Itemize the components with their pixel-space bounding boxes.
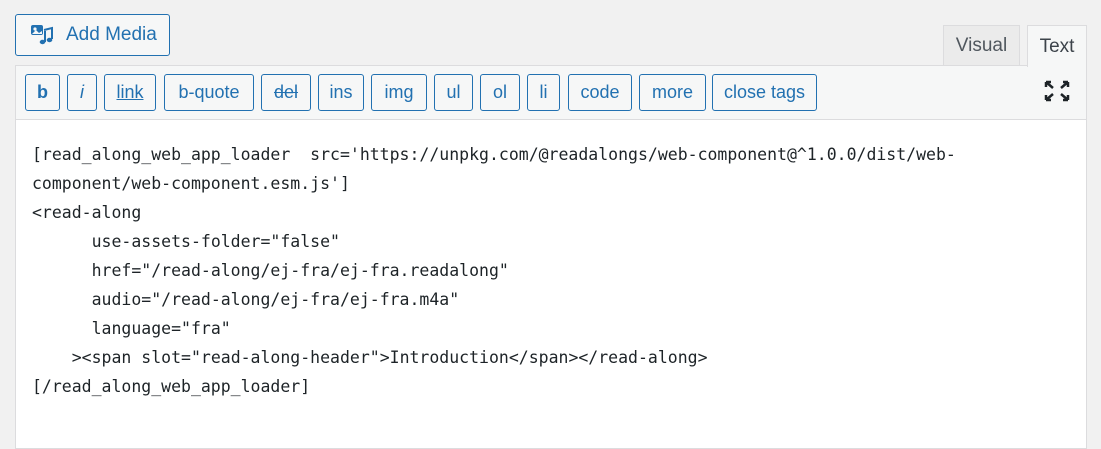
qt-ol-button[interactable]: ol — [480, 74, 520, 111]
code-line: href="/read-along/ej-fra/ej-fra.readalon… — [32, 261, 509, 280]
media-upload-icon — [30, 23, 54, 47]
fullscreen-icon — [1044, 80, 1070, 107]
qt-code-button[interactable]: code — [568, 74, 632, 111]
add-media-label: Add Media — [66, 24, 157, 45]
code-line: language="fra" — [32, 319, 231, 338]
code-line: component/web-component.esm.js'] — [32, 174, 350, 193]
qt-link-button[interactable]: link — [104, 74, 156, 111]
qt-bquote-button[interactable]: b-quote — [164, 74, 254, 111]
code-line: use-assets-folder="false" — [32, 232, 340, 251]
code-line: audio="/read-along/ej-fra/ej-fra.m4a" — [32, 290, 460, 309]
code-line: [read_along_web_app_loader src='https://… — [32, 145, 956, 164]
text-editor[interactable]: [read_along_web_app_loader src='https://… — [15, 119, 1087, 449]
code-line: ><span slot="read-along-header">Introduc… — [32, 348, 708, 367]
qt-ul-button[interactable]: ul — [434, 74, 473, 111]
qt-img-button[interactable]: img — [371, 74, 427, 111]
qt-li-button[interactable]: li — [527, 74, 560, 111]
add-media-button[interactable]: Add Media — [15, 14, 170, 56]
fullscreen-button[interactable] — [1042, 78, 1072, 108]
quicktags-toolbar: b i link b-quote del ins img ul ol li co… — [15, 65, 1087, 120]
qt-ins-button[interactable]: ins — [318, 74, 364, 111]
qt-close-tags-button[interactable]: close tags — [712, 74, 817, 111]
tab-text[interactable]: Text — [1027, 25, 1087, 67]
qt-del-button[interactable]: del — [261, 74, 311, 111]
code-line: [/read_along_web_app_loader] — [32, 377, 311, 396]
qt-bold-button[interactable]: b — [25, 74, 60, 111]
qt-italic-button[interactable]: i — [67, 74, 97, 111]
editor-content: [read_along_web_app_loader src='https://… — [32, 140, 1070, 401]
tab-visual[interactable]: Visual — [943, 25, 1020, 66]
qt-more-button[interactable]: more — [639, 74, 706, 111]
code-line: <read-along — [32, 203, 142, 222]
